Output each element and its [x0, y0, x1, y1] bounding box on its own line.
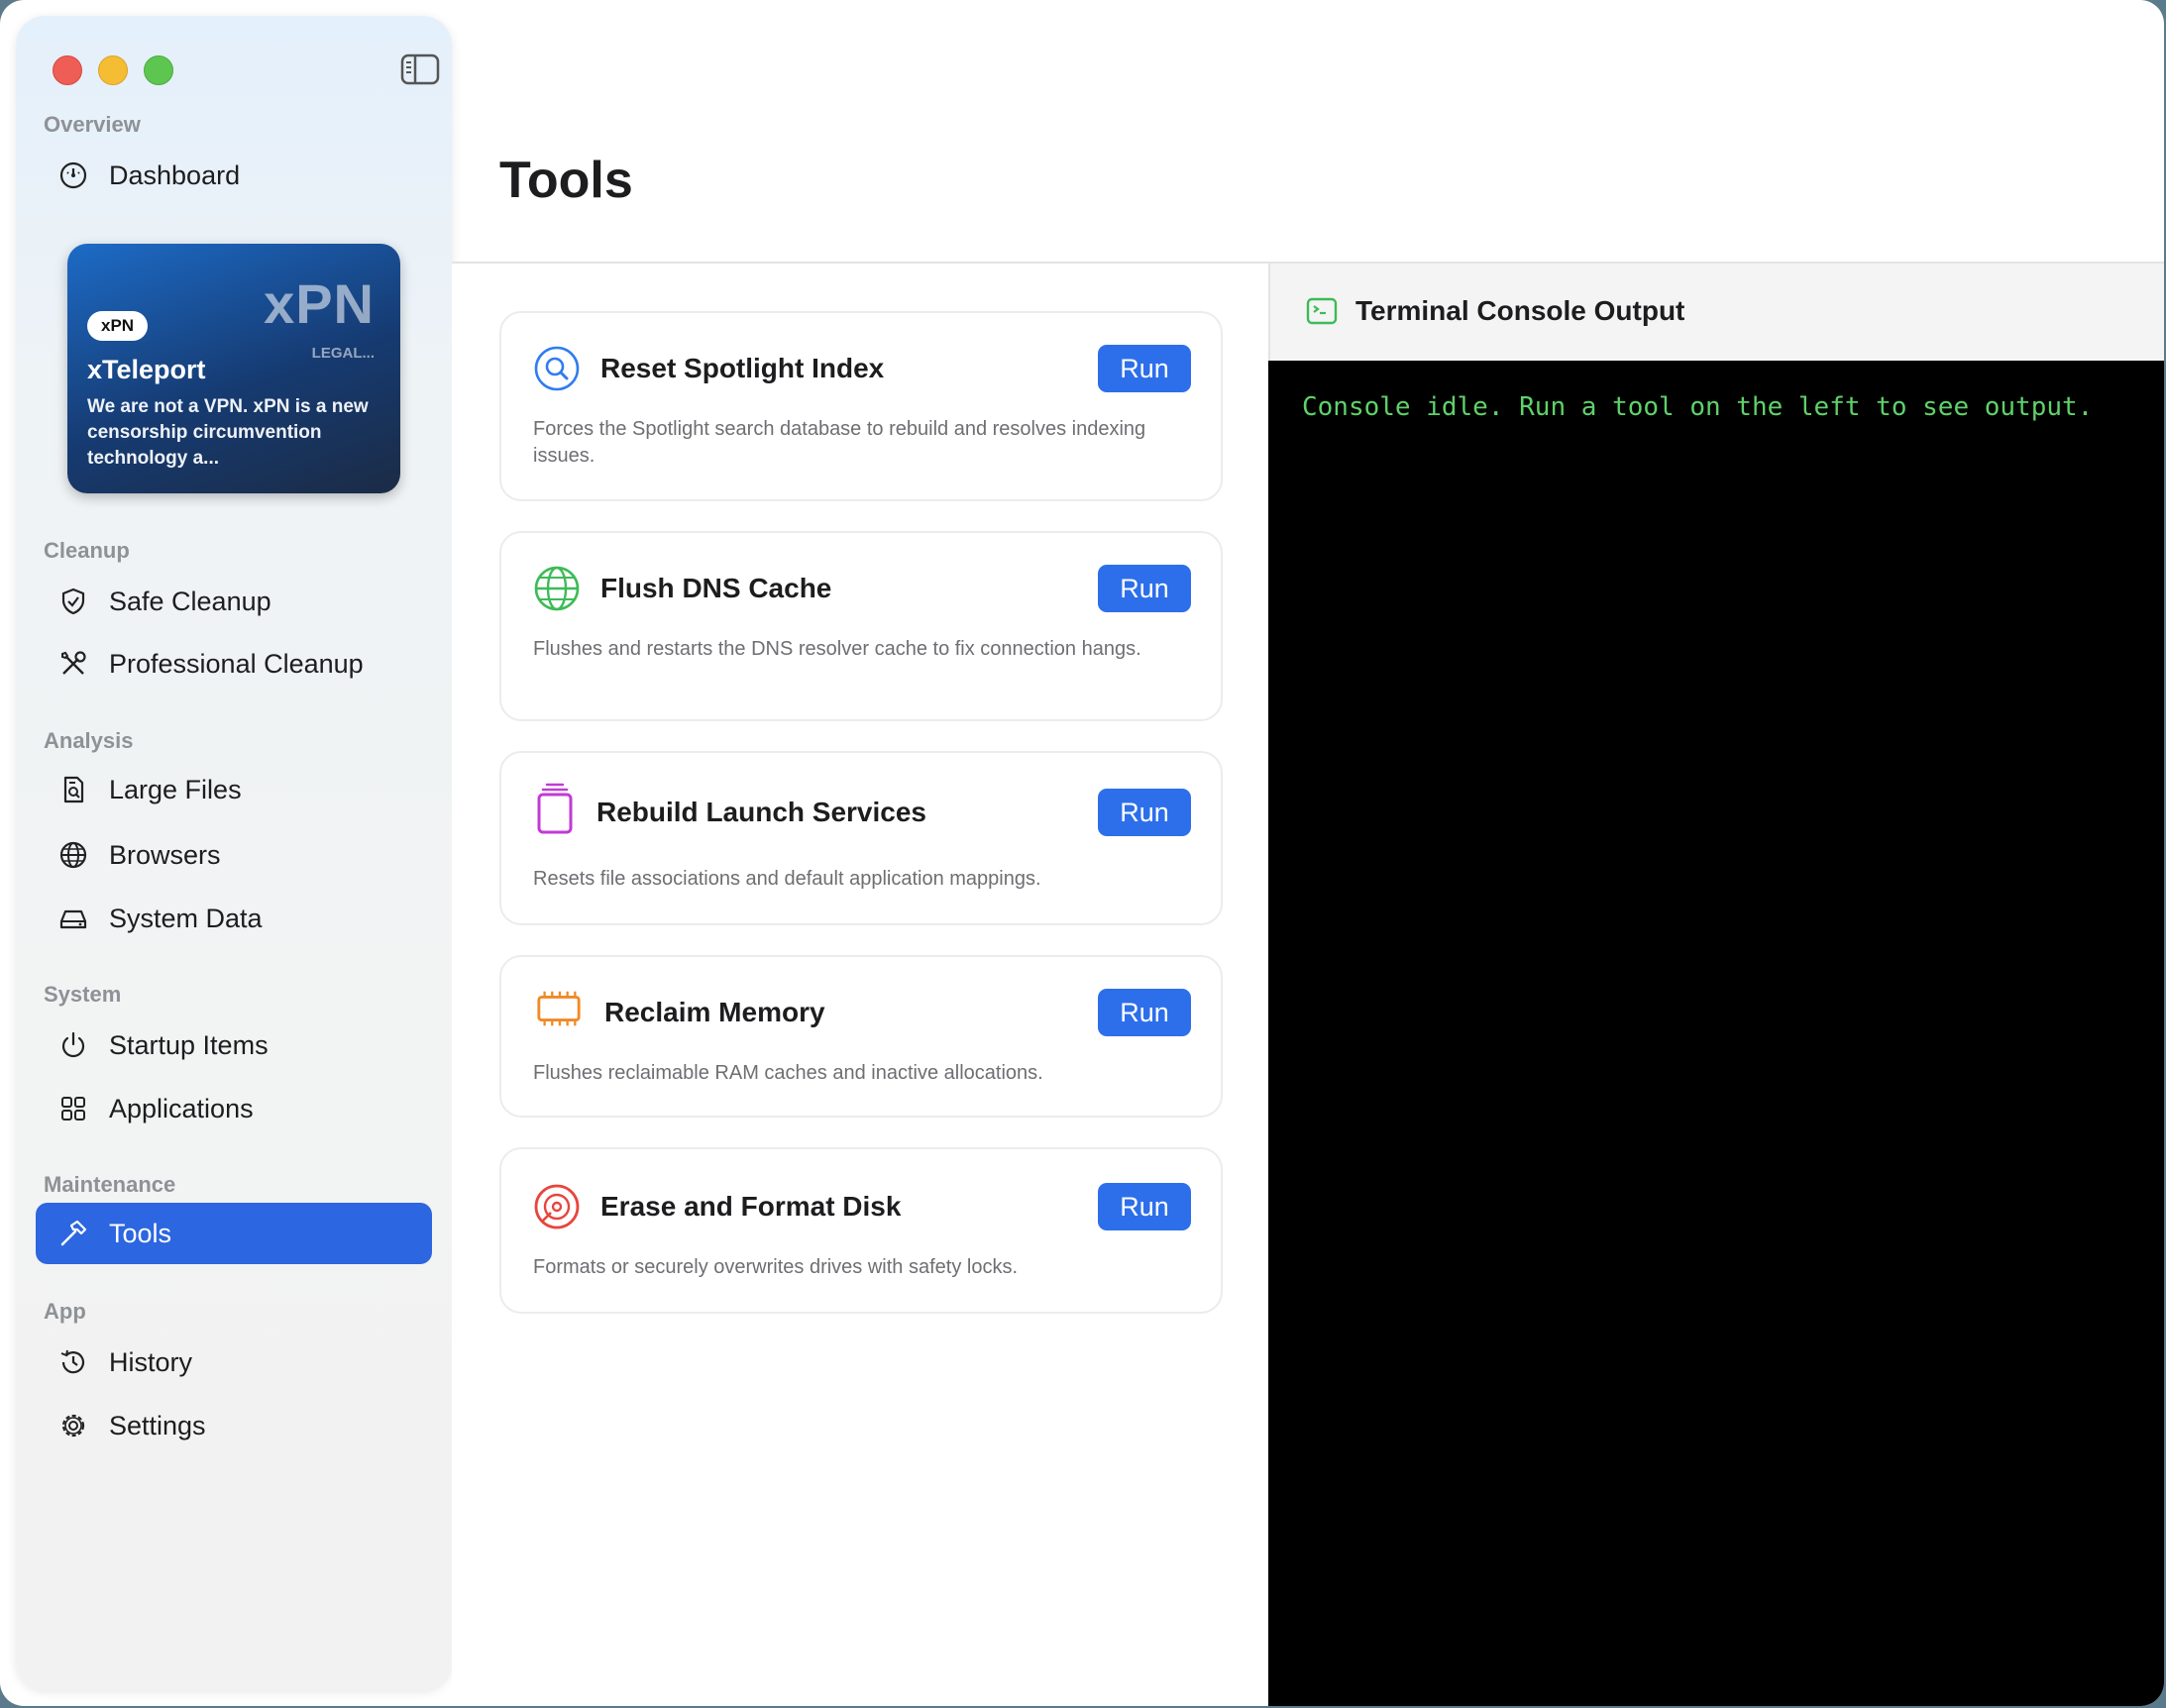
sidebar-item-label: Professional Cleanup — [109, 648, 364, 679]
sidebar-item-label: Browsers — [109, 839, 221, 870]
console-output[interactable]: Console idle. Run a tool on the left to … — [1302, 392, 2093, 422]
sidebar-item-safe-cleanup[interactable]: Safe Cleanup — [36, 571, 432, 632]
section-label-maintenance: Maintenance — [44, 1172, 176, 1197]
drive-icon — [55, 901, 91, 936]
tool-description: Resets file associations and default app… — [533, 868, 1041, 890]
section-label-overview: Overview — [44, 112, 141, 137]
section-label-app: App — [44, 1299, 86, 1324]
history-icon — [55, 1344, 91, 1380]
sidebar-item-label: Settings — [109, 1410, 206, 1441]
promo-badge: xPN — [87, 311, 149, 341]
stack-icon — [531, 783, 579, 834]
console-header: Terminal Console Output — [1268, 264, 2164, 361]
sidebar-item-startup-items[interactable]: Startup Items — [36, 1014, 432, 1076]
hammer-icon — [55, 1216, 91, 1251]
run-button[interactable]: Run — [1098, 565, 1191, 612]
sidebar-item-label: Tools — [109, 1218, 172, 1248]
console-title: Terminal Console Output — [1355, 295, 1685, 326]
sidebar-item-label: Large Files — [109, 774, 242, 804]
tool-title: Reset Spotlight Index — [600, 353, 885, 383]
sidebar-item-tools[interactable]: Tools — [36, 1203, 432, 1264]
run-button[interactable]: Run — [1098, 1183, 1191, 1230]
sidebar-item-history[interactable]: History — [36, 1332, 432, 1393]
memory-chip-icon — [535, 985, 583, 1032]
shield-check-icon — [55, 584, 91, 619]
gauge-icon — [55, 158, 91, 193]
minimize-window-button[interactable] — [98, 55, 128, 85]
terminal-icon — [1306, 297, 1338, 325]
power-icon — [55, 1027, 91, 1063]
promo-card[interactable]: xPN LEGAL... xPN xTeleport We are not a … — [67, 244, 400, 493]
sidebar-item-professional-cleanup[interactable]: Professional Cleanup — [36, 633, 432, 694]
promo-title: xTeleport — [87, 355, 206, 384]
sidebar-item-label: Applications — [109, 1093, 254, 1123]
tool-card-reclaim-memory: Reclaim Memory Run Flushes reclaimable R… — [499, 955, 1223, 1118]
document-search-icon — [55, 772, 91, 807]
tool-title: Flush DNS Cache — [600, 573, 832, 603]
wrench-screwdriver-icon — [55, 646, 91, 682]
run-button[interactable]: Run — [1098, 345, 1191, 392]
sidebar-item-label: System Data — [109, 903, 263, 933]
app-window: Overview Dashboard xPN LEGAL... xPN xTel… — [0, 0, 2164, 1706]
sidebar-item-large-files[interactable]: Large Files — [36, 759, 432, 820]
sidebar-item-settings[interactable]: Settings — [36, 1395, 432, 1456]
magnifier-icon — [533, 345, 581, 392]
globe-network-icon — [533, 565, 581, 612]
grid-icon — [55, 1091, 91, 1126]
console-pane: Terminal Console Output Console idle. Ru… — [1268, 264, 2164, 1706]
zoom-window-button[interactable] — [144, 55, 173, 85]
globe-icon — [55, 837, 91, 873]
promo-logo: xPN — [264, 272, 375, 335]
sidebar-item-label: Safe Cleanup — [109, 586, 271, 616]
run-button[interactable]: Run — [1098, 989, 1191, 1036]
tool-card-reset-spotlight: Reset Spotlight Index Run Forces the Spo… — [499, 311, 1223, 501]
sidebar-toggle-icon[interactable] — [400, 53, 440, 85]
sidebar-item-label: Dashboard — [109, 160, 241, 190]
tool-title: Reclaim Memory — [604, 997, 825, 1027]
tool-card-flush-dns: Flush DNS Cache Run Flushes and restarts… — [499, 531, 1223, 721]
sidebar-item-label: History — [109, 1346, 193, 1377]
tool-card-rebuild-launch-services: Rebuild Launch Services Run Resets file … — [499, 751, 1223, 925]
sidebar-item-browsers[interactable]: Browsers — [36, 824, 432, 886]
page-title: Tools — [499, 152, 633, 209]
promo-legal: LEGAL... — [311, 345, 375, 362]
tool-card-erase-format-disk: Erase and Format Disk Run Formats or sec… — [499, 1147, 1223, 1314]
gear-icon — [55, 1408, 91, 1443]
tool-description: Formats or securely overwrites drives wi… — [533, 1256, 1019, 1278]
tool-description: Flushes and restarts the DNS resolver ca… — [533, 638, 1141, 660]
close-window-button[interactable] — [53, 55, 82, 85]
tool-title: Erase and Format Disk — [600, 1191, 902, 1222]
tool-title: Rebuild Launch Services — [596, 797, 926, 827]
tool-description: Forces the Spotlight search database to … — [533, 418, 1146, 467]
disk-icon — [533, 1183, 581, 1230]
run-button[interactable]: Run — [1098, 789, 1191, 836]
sidebar-item-dashboard[interactable]: Dashboard — [36, 145, 432, 206]
promo-description: We are not a VPN. xPN is a new censorshi… — [87, 396, 369, 469]
sidebar-item-system-data[interactable]: System Data — [36, 888, 432, 949]
sidebar-item-label: Startup Items — [109, 1029, 269, 1060]
section-label-analysis: Analysis — [44, 728, 134, 753]
sidebar-item-applications[interactable]: Applications — [36, 1078, 432, 1139]
section-label-cleanup: Cleanup — [44, 538, 130, 563]
section-label-system: System — [44, 982, 122, 1007]
tool-description: Flushes reclaimable RAM caches and inact… — [533, 1062, 1043, 1084]
